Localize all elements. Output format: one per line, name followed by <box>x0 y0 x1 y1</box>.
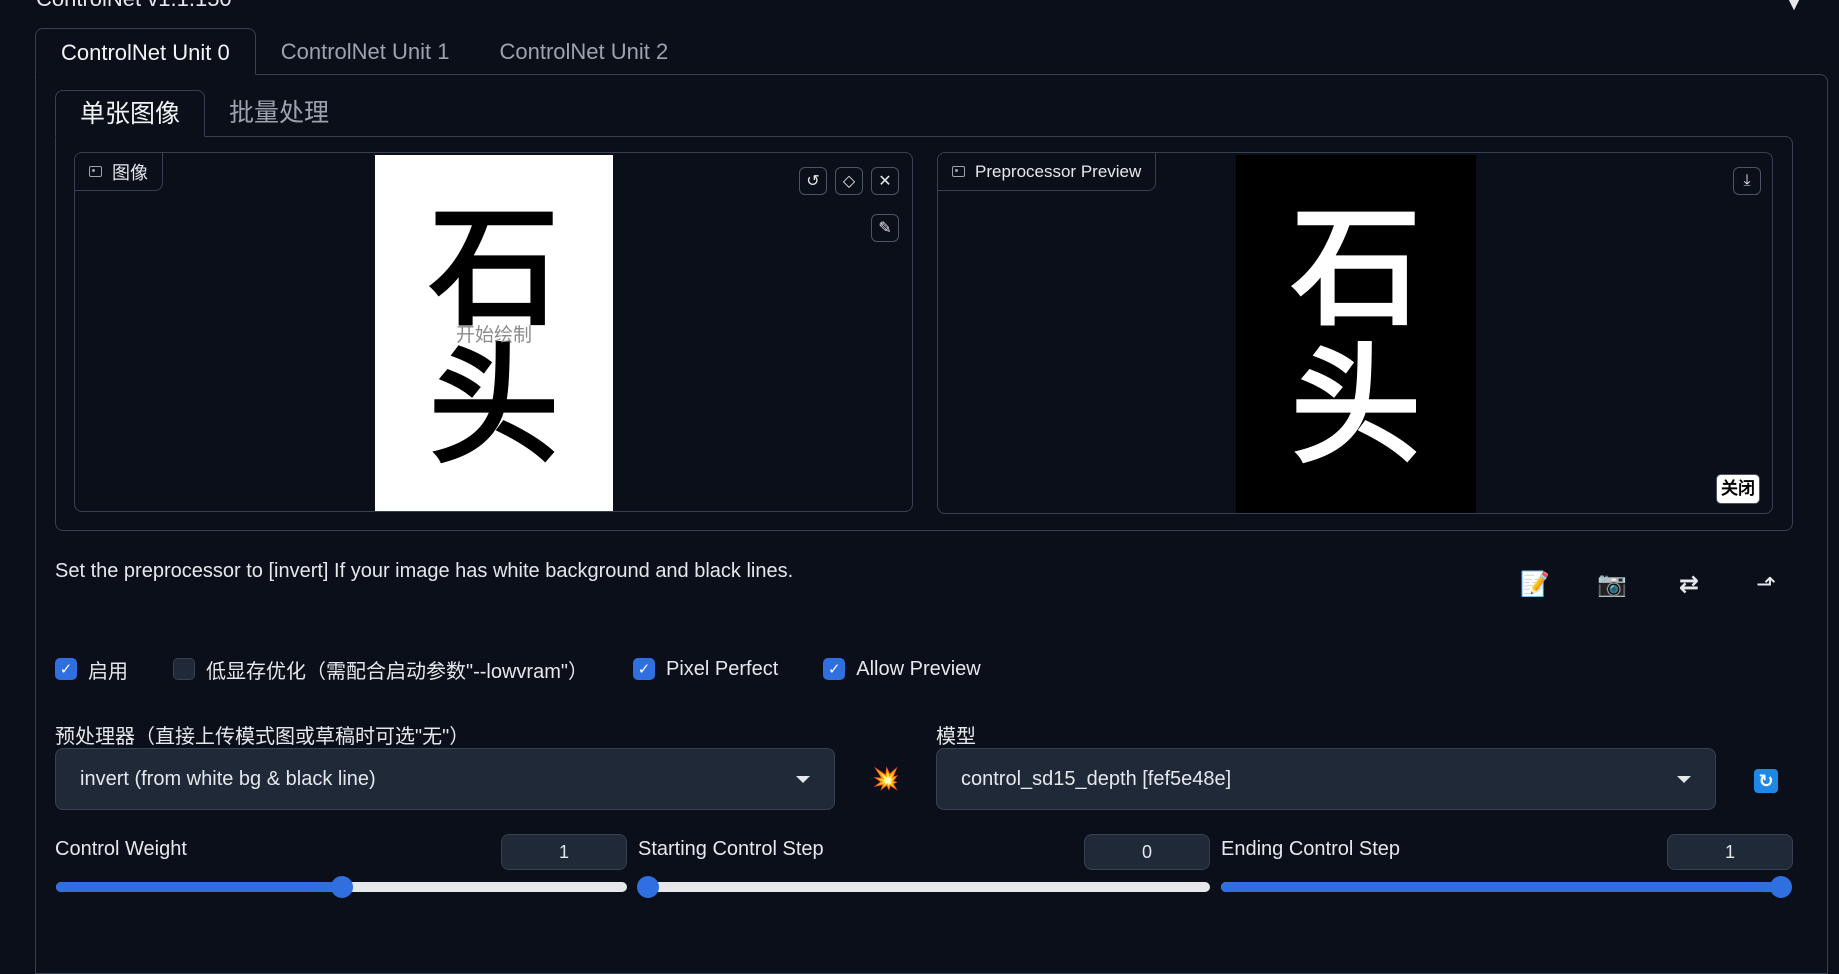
eraser-icon[interactable]: ◇ <box>835 167 863 195</box>
tab-unit-2[interactable]: ControlNet Unit 2 <box>475 28 694 75</box>
tab-unit-0[interactable]: ControlNet Unit 0 <box>35 28 256 75</box>
camera-icon[interactable]: 📷 <box>1592 564 1632 604</box>
checkbox-checked[interactable]: ✓ <box>823 658 846 680</box>
pixel-perfect-checkbox[interactable]: ✓ Pixel Perfect <box>632 657 779 681</box>
control-weight-slider[interactable] <box>56 876 627 898</box>
triangle-down-icon[interactable]: ▼ <box>1785 0 1803 15</box>
image-label: 图像 <box>75 153 163 191</box>
accordion-title[interactable]: ControlNet v1.1.150 <box>36 0 232 12</box>
ending-step-slider[interactable] <box>1221 876 1792 898</box>
image-input-box[interactable]: 石 头 开始绘制 图像 ↺ ◇ ✕ ✎ <box>74 152 913 512</box>
allow-preview-label: Allow Preview <box>856 657 981 680</box>
notes-icon[interactable]: 📝 <box>1515 564 1555 604</box>
preprocessor-preview-box: 石 头 Preprocessor Preview ⤓ 关闭 <box>937 152 1773 514</box>
preview-label-text: Preprocessor Preview <box>975 161 1142 181</box>
checkbox-unchecked[interactable] <box>173 658 195 680</box>
preview-glyph-stone: 石 <box>1290 192 1421 344</box>
glyph-stone: 石 <box>428 192 559 344</box>
starting-step-label: Starting Control Step <box>638 838 824 860</box>
lowvram-label: 低显存优化（需配合启动参数"--lowvram"） <box>206 660 588 683</box>
slider-thumb[interactable] <box>330 876 353 898</box>
image-icon <box>89 166 102 177</box>
preview-glyph-head: 头 <box>1290 330 1421 482</box>
slider-fill <box>56 882 342 892</box>
model-dropdown[interactable]: control_sd15_depth [fef5e48e] <box>936 748 1716 810</box>
unit-tabs: ControlNet Unit 0 ControlNet Unit 1 Cont… <box>35 28 693 75</box>
ending-step-label: Ending Control Step <box>1221 838 1401 860</box>
model-label: 模型 <box>936 726 976 748</box>
control-weight-input[interactable]: 1 <box>501 834 627 870</box>
tab-single-image[interactable]: 单张图像 <box>55 90 206 137</box>
image-icon <box>952 166 965 177</box>
allow-preview-checkbox[interactable]: ✓ Allow Preview <box>823 657 981 681</box>
options-row: ✓ 启用 低显存优化（需配合启动参数"--lowvram"） ✓ Pixel P… <box>55 654 1026 684</box>
undo-icon[interactable]: ↺ <box>799 167 827 195</box>
lowvram-checkbox[interactable]: 低显存优化（需配合启动参数"--lowvram"） <box>173 655 588 684</box>
chevron-down-icon <box>1677 775 1691 783</box>
pixel-perfect-label: Pixel Perfect <box>665 657 779 680</box>
preprocessor-hint: Set the preprocessor to [invert] If your… <box>55 560 794 582</box>
refresh-icon[interactable]: ↻ <box>1754 769 1778 793</box>
input-canvas[interactable]: 石 头 开始绘制 <box>375 155 613 511</box>
mode-tabs: 单张图像 批量处理 <box>55 90 353 137</box>
preview-label: Preprocessor Preview <box>938 153 1157 191</box>
brush-icon[interactable]: ✎ <box>871 214 899 242</box>
image-label-text: 图像 <box>112 162 148 183</box>
download-icon[interactable]: ⤓ <box>1733 167 1761 195</box>
checkbox-checked[interactable]: ✓ <box>632 658 655 680</box>
explode-icon[interactable]: 💥 <box>872 766 899 792</box>
draw-placeholder: 开始绘制 <box>455 325 532 346</box>
swap-icon[interactable]: ⇄ <box>1669 564 1709 604</box>
slider-thumb[interactable] <box>637 876 659 898</box>
checkbox-checked[interactable]: ✓ <box>55 658 77 680</box>
model-value: control_sd15_depth [fef5e48e] <box>961 767 1232 790</box>
slider-fill <box>1221 882 1781 892</box>
preprocessor-value: invert (from white bg & black line) <box>80 767 376 790</box>
enable-label: 启用 <box>88 660 128 683</box>
preprocessor-label: 预处理器（直接上传模式图或草稿时可选"无"） <box>55 726 470 748</box>
starting-step-input[interactable]: 0 <box>1084 834 1210 870</box>
preview-canvas: 石 头 <box>1236 155 1476 513</box>
glyph-head: 头 <box>428 330 559 482</box>
chevron-down-icon <box>796 775 810 783</box>
slider-thumb[interactable] <box>1770 876 1792 898</box>
preprocessor-dropdown[interactable]: invert (from white bg & black line) <box>55 748 835 810</box>
enable-checkbox[interactable]: ✓ 启用 <box>55 655 128 684</box>
close-preview-button[interactable]: 关闭 <box>1716 474 1760 504</box>
close-icon[interactable]: ✕ <box>871 167 899 195</box>
tab-unit-1[interactable]: ControlNet Unit 1 <box>256 28 475 75</box>
starting-step-slider[interactable] <box>637 876 1210 898</box>
ending-step-input[interactable]: 1 <box>1667 834 1793 870</box>
send-dimensions-icon[interactable]: ⬏ <box>1746 564 1786 604</box>
tab-batch[interactable]: 批量处理 <box>205 90 353 137</box>
control-weight-label: Control Weight <box>55 838 187 860</box>
